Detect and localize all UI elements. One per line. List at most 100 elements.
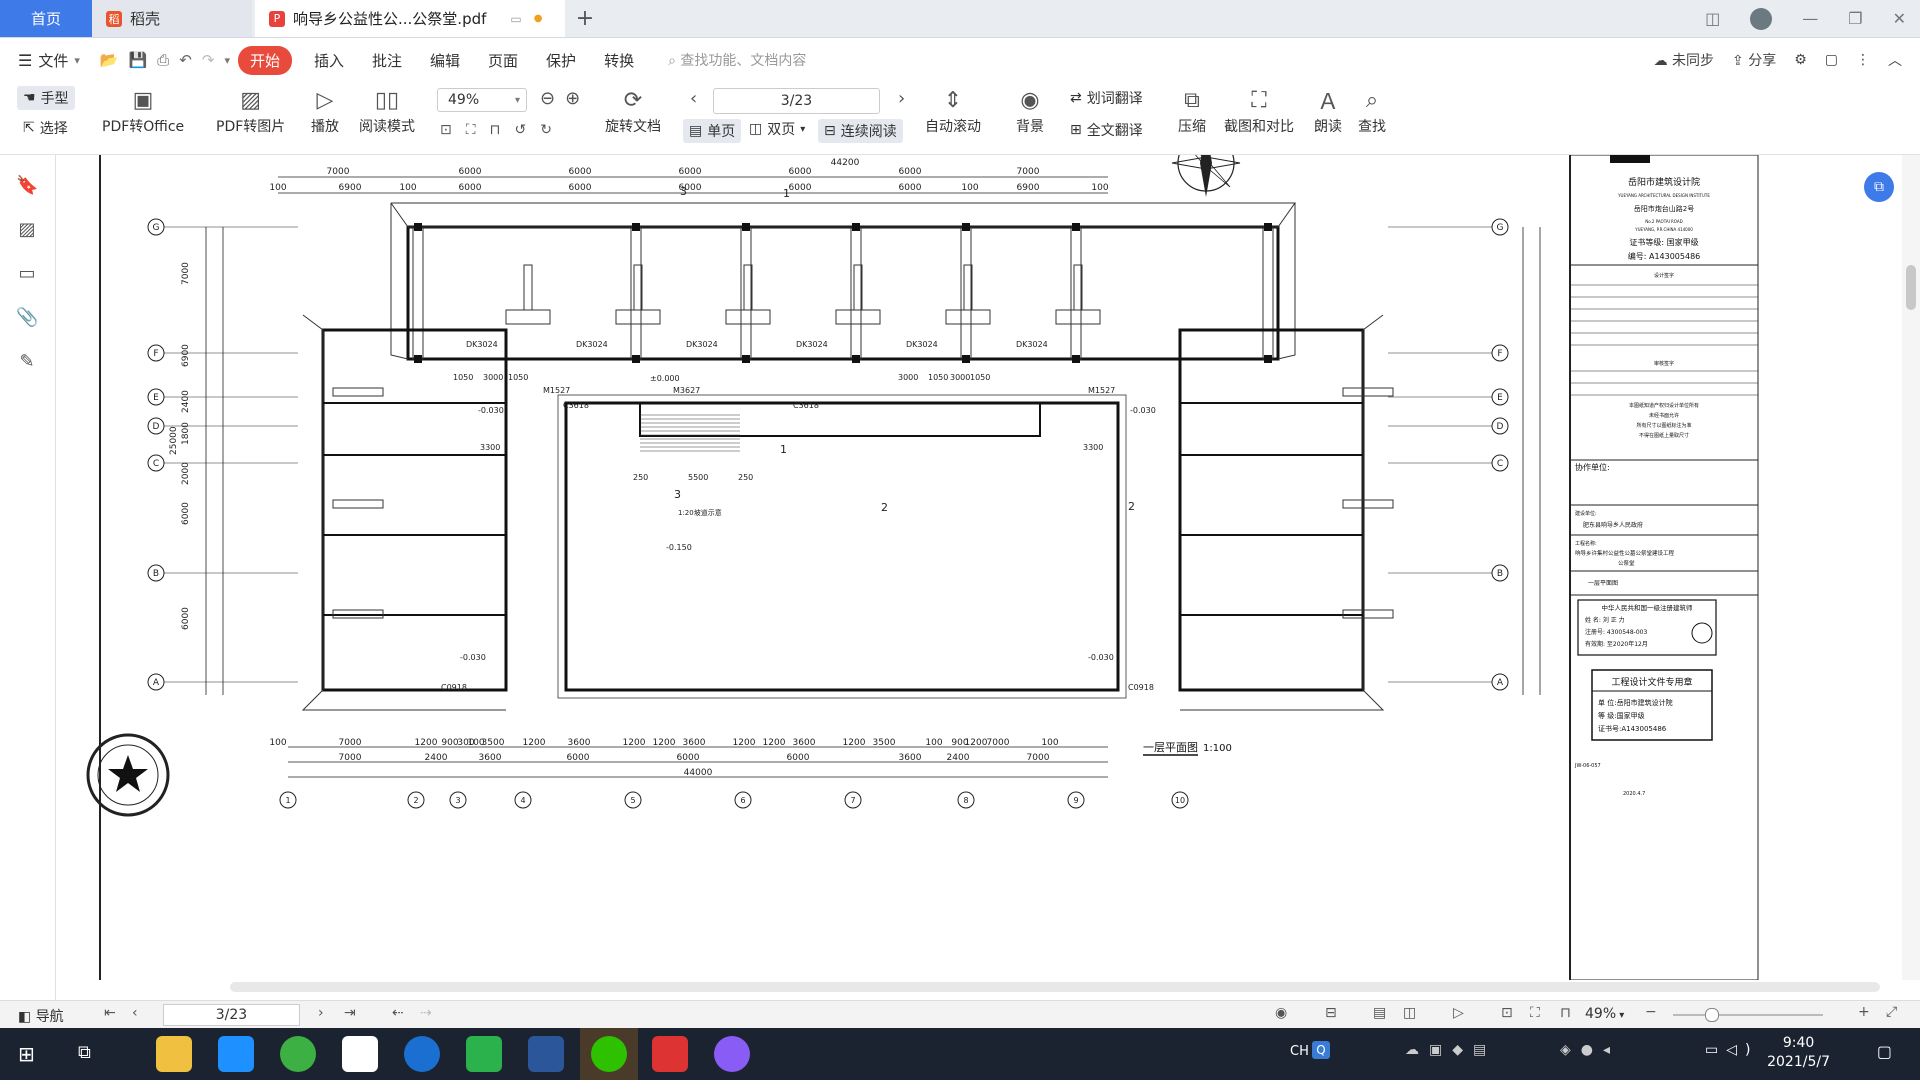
print-icon[interactable]: ⎙ [157, 51, 169, 69]
full-translate-button[interactable]: ⊞ 全文翻译 [1070, 120, 1143, 140]
continuous-read-button[interactable]: ⊟ 连续阅读 [818, 119, 903, 143]
double-page-button[interactable]: ◫ 双页 ▾ [749, 119, 805, 139]
auto-scroll-button[interactable]: ⇕ 自动滚动 [925, 86, 981, 136]
compress-button[interactable]: ⧉ 压缩 [1178, 86, 1206, 136]
settings-icon[interactable]: ⚙ [1794, 52, 1807, 68]
ime-indicator[interactable]: CH [1290, 1044, 1309, 1059]
system-clock[interactable]: 9:40 2021/5/7 [1767, 1034, 1830, 1072]
share-button[interactable]: ⇪ 分享 [1732, 50, 1776, 70]
horizontal-scrollbar[interactable] [230, 982, 1880, 992]
last-page-icon[interactable]: ⇥ [344, 1005, 356, 1021]
word-translate-button[interactable]: ⇄ 划词翻译 [1070, 88, 1143, 108]
play-status-icon[interactable]: ▷ [1453, 1005, 1464, 1021]
hamburger-icon[interactable]: ☰ [18, 51, 32, 70]
minimize-icon[interactable]: — [1802, 9, 1818, 28]
comment-panel-icon[interactable]: ▭ [16, 263, 38, 285]
zoom-in-status-icon[interactable]: + [1858, 1004, 1870, 1020]
next-page-icon[interactable]: › [898, 88, 905, 109]
zoom-slider[interactable] [1673, 1014, 1823, 1016]
continuous-status-icon[interactable]: ⊟ [1325, 1005, 1337, 1021]
rotate-left-icon[interactable]: ↺ [514, 122, 526, 138]
first-page-icon[interactable]: ⇤ [104, 1005, 116, 1021]
read-aloud-button[interactable]: Ａ 朗读 [1314, 86, 1342, 136]
forward-icon[interactable]: ⇢ [420, 1005, 432, 1021]
browser-360-icon[interactable] [280, 1036, 316, 1072]
zoom-out-icon[interactable]: ⊖ [540, 88, 555, 109]
sync-button[interactable]: ☁ 未同步 [1654, 50, 1714, 70]
actual-size-status-icon[interactable]: ⊡ [1501, 1005, 1513, 1021]
monitor-icon[interactable]: ▭ [510, 12, 521, 26]
status-page-input[interactable]: 3/23 [163, 1004, 300, 1026]
double-status-icon[interactable]: ◫ [1403, 1005, 1416, 1021]
app-grid-icon[interactable] [218, 1036, 254, 1072]
menu-annotate[interactable]: 批注 [358, 50, 416, 71]
network-volume-icons[interactable]: ▭◁) [1705, 1042, 1758, 1058]
menu-start[interactable]: 开始 [237, 45, 292, 75]
pdf-to-image-button[interactable]: ▨ PDF转图片 [216, 86, 285, 136]
close-icon[interactable]: ✕ [1893, 9, 1906, 28]
zoom-in-icon[interactable]: ⊕ [565, 88, 580, 109]
hand-tool-button[interactable]: ☚ 手型 [17, 86, 75, 110]
sign-icon[interactable]: ✎ [16, 351, 38, 373]
restore-icon[interactable]: ❐ [1848, 9, 1862, 28]
single-status-icon[interactable]: ▤ [1373, 1005, 1386, 1021]
more-icon[interactable]: ⋮ [1856, 52, 1870, 68]
page-number-input[interactable]: 3/23 [713, 88, 880, 114]
tab-home[interactable]: 首页 [0, 0, 92, 37]
tray-icons-2[interactable]: ◈●◂ [1560, 1042, 1620, 1058]
status-zoom-select[interactable]: 49% ▾ [1585, 1006, 1624, 1022]
fullscreen-icon[interactable]: ⤢ [1886, 1004, 1897, 1020]
tab-document[interactable]: P 响导乡公益性公...公祭堂.pdf ▭ ● [255, 0, 565, 37]
search-input[interactable]: ⌕ 查找功能、文档内容 [668, 50, 806, 70]
menu-page[interactable]: 页面 [474, 50, 532, 71]
menu-insert[interactable]: 插入 [300, 50, 358, 71]
rotate-right-icon[interactable]: ↻ [540, 122, 552, 138]
new-tab-button[interactable]: + [570, 0, 600, 37]
fit-width-status-icon[interactable]: ⊓ [1560, 1005, 1571, 1021]
more-chevron-icon[interactable]: ▾ [224, 54, 230, 67]
feishu-icon[interactable] [342, 1036, 378, 1072]
wps-icon[interactable] [652, 1036, 688, 1072]
read-mode-button[interactable]: ▯▯ 阅读模式 [359, 86, 415, 136]
wechat-taskbar-button[interactable] [580, 1028, 638, 1080]
find-button[interactable]: ⌕ 查找 [1358, 86, 1386, 136]
collapse-icon[interactable]: ︿ [1888, 50, 1902, 70]
attachment-icon[interactable]: 📎 [16, 307, 38, 329]
media-player-icon[interactable] [466, 1036, 502, 1072]
zoom-select[interactable]: 49% ▾ [437, 88, 527, 112]
select-tool-button[interactable]: ⇱ 选择 [23, 118, 68, 138]
prev-page-status-icon[interactable]: ‹ [132, 1005, 138, 1021]
save-icon[interactable]: 💾 [129, 51, 148, 69]
word-icon[interactable] [528, 1036, 564, 1072]
single-page-button[interactable]: ▤ 单页 [683, 119, 742, 143]
notification-icon[interactable]: ▢ [1877, 1042, 1892, 1061]
windows-start-icon[interactable]: ⊞ [18, 1042, 35, 1066]
menu-edit[interactable]: 编辑 [416, 50, 474, 71]
thumbnail-icon[interactable]: ▨ [16, 219, 38, 241]
fit-width-icon[interactable]: ⊓ [490, 122, 501, 138]
background-button[interactable]: ◉ 背景 [1016, 86, 1044, 136]
avatar[interactable] [1750, 7, 1773, 30]
tray-icons[interactable]: ☁▣◆▤ [1405, 1042, 1496, 1058]
pdf-page-view[interactable]: 7000 6000 6000 6000 6000 6000 7000 100 6900 100 6… [58, 155, 1778, 980]
search-tray-icon[interactable]: Q [1312, 1041, 1330, 1059]
redo-icon[interactable]: ↷ [202, 51, 215, 69]
nav-toggle[interactable]: ◧ 导航 [18, 1006, 64, 1026]
play-button[interactable]: ▷ 播放 [311, 86, 339, 136]
vertical-scrollbar[interactable] [1902, 155, 1920, 980]
zoom-slider-thumb[interactable] [1705, 1008, 1719, 1022]
menu-protect[interactable]: 保护 [532, 50, 590, 71]
fit-page-icon[interactable]: ⛶ [466, 122, 476, 138]
menu-convert[interactable]: 转换 [590, 50, 648, 71]
screenshot-compare-button[interactable]: ⛶ 截图和对比 [1224, 86, 1294, 136]
open-icon[interactable]: 📂 [100, 51, 119, 69]
task-view-icon[interactable]: ⧉ [78, 1042, 91, 1063]
undo-icon[interactable]: ↶ [179, 51, 192, 69]
rotate-document-button[interactable]: ⟳ 旋转文档 [605, 86, 661, 136]
tab-daoke[interactable]: 稻 稻壳 [92, 0, 252, 37]
comment-icon[interactable]: ▢ [1825, 52, 1838, 68]
actual-size-icon[interactable]: ⊡ [440, 122, 452, 138]
file-explorer-icon[interactable] [156, 1036, 192, 1072]
fit-status-icon[interactable]: ⛶ [1530, 1005, 1540, 1021]
tab-layout-icon[interactable]: ◫ [1705, 9, 1720, 28]
